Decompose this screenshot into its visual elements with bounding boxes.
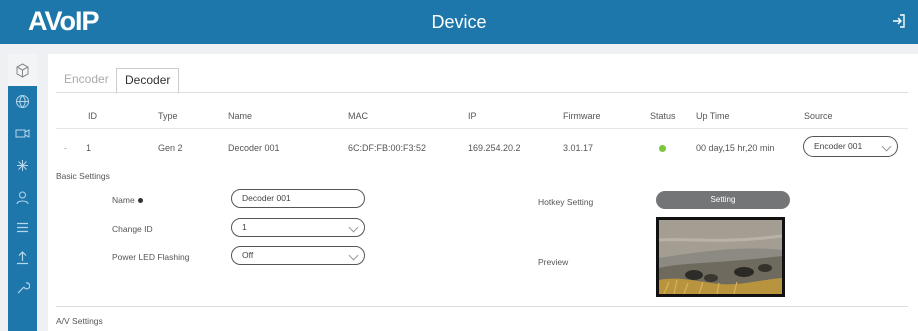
tab-divider — [56, 92, 908, 93]
globe-icon[interactable] — [15, 94, 30, 109]
row-type: Gen 2 — [158, 143, 183, 153]
info-icon — [137, 198, 143, 204]
upload-icon[interactable] — [15, 250, 30, 265]
row-ip: 169.254.20.2 — [468, 143, 521, 153]
col-header-type: Type — [158, 111, 178, 121]
video-icon[interactable] — [15, 126, 30, 141]
change-id-label: Change ID — [112, 224, 153, 234]
source-select[interactable]: Encoder 001 — [803, 136, 898, 157]
col-header-id: ID — [88, 111, 97, 121]
col-header-status: Status — [650, 111, 676, 121]
top-bar: AVoIP Device — [0, 0, 918, 44]
page-title: Device — [431, 12, 487, 32]
wrench-icon[interactable] — [15, 280, 30, 295]
change-id-select[interactable]: 1 — [231, 218, 365, 237]
section-divider — [56, 306, 908, 307]
row-uptime: 00 day,15 hr,20 min — [696, 143, 775, 153]
chevron-down-icon — [881, 141, 892, 152]
row-firmware: 3.01.17 — [563, 143, 594, 153]
col-header-uptime: Up Time — [696, 111, 730, 121]
col-header-name: Name — [228, 111, 253, 121]
row-mac: 6C:DF:FB:00:F3:52 — [348, 143, 427, 153]
col-header-mac: MAC — [348, 111, 368, 121]
col-header-source: Source — [804, 111, 833, 121]
preview-picture — [659, 220, 782, 294]
row-id: 1 — [86, 143, 92, 153]
hotkey-setting-button[interactable]: Setting — [656, 191, 790, 209]
source-select-value: Encoder 001 — [814, 141, 863, 151]
list-icon[interactable] — [15, 220, 30, 235]
col-header-ip: IP — [468, 111, 477, 121]
name-field-value: Decoder 001 — [242, 193, 291, 203]
row-collapse-toggle[interactable]: - — [64, 143, 67, 153]
basic-settings-title: Basic Settings — [56, 171, 110, 181]
network-icon[interactable] — [15, 158, 30, 173]
power-led-value: Off — [242, 250, 254, 260]
col-header-firmware: Firmware — [563, 111, 601, 121]
preview-image — [656, 217, 785, 297]
sidebar — [8, 54, 37, 331]
change-id-value: 1 — [242, 222, 247, 232]
av-settings-title: A/V Settings — [56, 316, 103, 326]
tab-decoder[interactable]: Decoder — [116, 68, 180, 94]
preview-label: Preview — [538, 257, 569, 267]
name-label: Name — [112, 195, 143, 205]
power-led-select[interactable]: Off — [231, 246, 365, 265]
sidebar-item-devices[interactable] — [8, 54, 37, 86]
main-panel: Encoder Decoder ID Type Name MAC IP Firm… — [48, 54, 918, 331]
row-name: Decoder 001 — [228, 143, 280, 153]
status-indicator — [659, 145, 666, 152]
chevron-down-icon — [348, 250, 359, 261]
tab-encoder[interactable]: Encoder — [56, 68, 117, 90]
power-led-label: Power LED Flashing — [112, 252, 190, 262]
logout-icon[interactable] — [892, 13, 906, 29]
hotkey-setting-label: Hotkey Setting — [538, 197, 594, 207]
header-divider — [56, 128, 908, 129]
cube-icon — [16, 63, 29, 78]
chevron-down-icon — [348, 222, 359, 233]
user-icon[interactable] — [15, 190, 30, 205]
name-field[interactable]: Decoder 001 — [231, 189, 365, 208]
